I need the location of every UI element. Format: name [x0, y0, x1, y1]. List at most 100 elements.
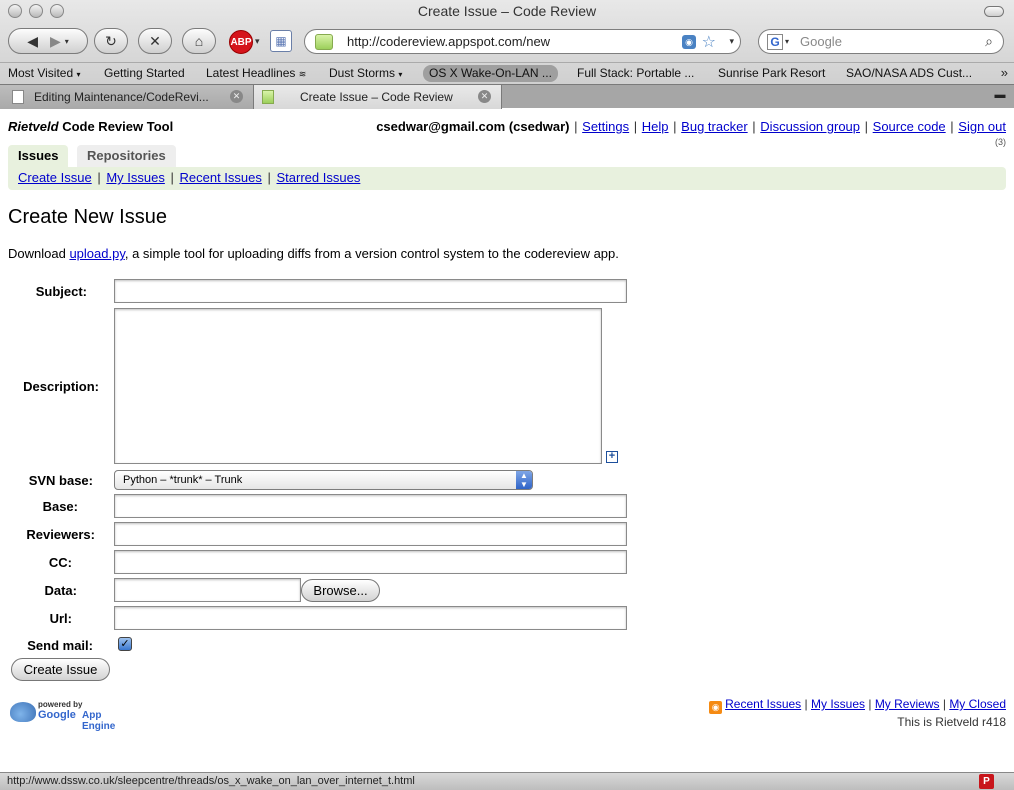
my-issues-link[interactable]: My Issues	[106, 170, 165, 185]
create-issue-link[interactable]: Create Issue	[18, 170, 92, 185]
bookmark-star-icon[interactable]: ☆	[702, 32, 716, 52]
select-arrows-icon: ▲ ▼	[516, 471, 532, 489]
recent-issues-link[interactable]: Recent Issues	[180, 170, 262, 185]
rss-icon: ≋	[298, 69, 307, 79]
brand-name: Rietveld	[8, 119, 59, 134]
search-engine-dropdown-icon[interactable]: ▾	[785, 37, 789, 46]
reviewers-input[interactable]	[114, 522, 627, 546]
bookmark-sao-nasa[interactable]: SAO/NASA ADS Cust...	[846, 66, 972, 80]
app-title-rest: Code Review Tool	[58, 119, 174, 134]
tab-bar: Editing Maintenance/CodeRevi... ✕ Create…	[0, 84, 1014, 109]
url-input[interactable]	[114, 606, 627, 630]
stop-button[interactable]: ✕	[138, 28, 172, 54]
bookmark-full-stack[interactable]: Full Stack: Portable ...	[577, 66, 694, 80]
site-favicon-icon	[315, 34, 333, 50]
reload-icon: ↻	[105, 32, 117, 49]
close-tab-icon[interactable]: ✕	[230, 90, 243, 103]
toolbar-toggle-button[interactable]	[984, 6, 1004, 17]
url-dropdown-icon[interactable]: ▾	[729, 36, 734, 47]
bookmark-most-visited[interactable]: Most Visited ▾	[8, 66, 81, 80]
footer-my-issues-link[interactable]: My Issues	[811, 697, 865, 711]
url-bar[interactable]: http://codereview.appspot.com/new ◉ ☆ ▾	[304, 29, 741, 54]
url-text[interactable]: http://codereview.appspot.com/new	[347, 34, 550, 49]
tab-issues[interactable]: Issues	[8, 145, 69, 167]
search-input[interactable]: Google	[800, 34, 842, 49]
search-icon[interactable]: ⌕	[985, 33, 993, 50]
svn-base-select[interactable]: Python – *trunk* – Trunk ▲ ▼	[114, 470, 533, 490]
create-issue-button[interactable]: Create Issue	[11, 658, 110, 681]
svn-base-selected: Python – *trunk* – Trunk	[123, 474, 243, 486]
search-bar[interactable]: G ▾ Google ⌕	[758, 29, 1004, 54]
rss-feed-icon[interactable]: ◉	[709, 701, 723, 714]
back-arrow-icon[interactable]: ◀	[27, 33, 38, 50]
help-link[interactable]: Help	[642, 119, 669, 134]
close-tab-icon[interactable]: ✕	[478, 90, 491, 103]
sign-out-link[interactable]: Sign out	[958, 119, 1006, 134]
tab-list-icon[interactable]: ▬	[992, 89, 1008, 103]
send-mail-label: Send mail:	[27, 638, 93, 653]
bookmarks-bar: Most Visited ▾ Getting Started Latest He…	[0, 62, 1014, 84]
reviewers-label: Reviewers:	[26, 527, 95, 542]
site-favicon-icon	[262, 90, 274, 104]
bug-tracker-link[interactable]: Bug tracker	[681, 119, 747, 134]
app-title: Rietveld Code Review Tool	[8, 119, 173, 134]
window-title: Create Issue – Code Review	[417, 3, 597, 19]
rss-feed-icon[interactable]: ◉	[682, 35, 696, 49]
reload-button[interactable]: ↻	[94, 28, 128, 54]
calendar-icon[interactable]: ▦	[270, 30, 292, 52]
title-bar: Create Issue – Code Review	[0, 0, 1014, 22]
issues-subnav: Create Issue | My Issues | Recent Issues…	[8, 167, 1006, 190]
version-text: This is Rietveld r418	[897, 715, 1006, 729]
intro-text: Download upload.py, a simple tool for up…	[8, 246, 619, 261]
tab-label: Editing Maintenance/CodeRevi...	[34, 90, 209, 104]
status-bar: http://www.dssw.co.uk/sleepcentre/thread…	[0, 772, 1014, 790]
page-icon	[12, 90, 24, 104]
dropdown-arrow-icon: ▾	[398, 70, 403, 79]
starred-issues-link[interactable]: Starred Issues	[277, 170, 361, 185]
bookmark-getting-started[interactable]: Getting Started	[104, 66, 185, 80]
data-file-input[interactable]	[114, 578, 301, 602]
expand-textarea-icon[interactable]: +	[606, 451, 618, 463]
discussion-group-link[interactable]: Discussion group	[760, 119, 860, 134]
footer-my-closed-link[interactable]: My Closed	[949, 697, 1006, 711]
send-mail-checkbox[interactable]: ✓	[118, 637, 132, 651]
browse-button[interactable]: Browse...	[301, 579, 380, 602]
base-input[interactable]	[114, 494, 627, 518]
bookmark-os-x-wake-on-lan[interactable]: OS X Wake-On-LAN ...	[423, 65, 558, 82]
cc-label: CC:	[48, 555, 72, 570]
status-url: http://www.dssw.co.uk/sleepcentre/thread…	[7, 775, 415, 787]
footer-recent-issues-link[interactable]: Recent Issues	[725, 697, 801, 711]
back-forward-button[interactable]: ◀ ▶ ▾	[8, 28, 88, 54]
app-engine-badge[interactable]: powered by Google App Engine	[10, 700, 130, 732]
tab-editing-maintenance[interactable]: Editing Maintenance/CodeRevi... ✕	[0, 85, 254, 109]
settings-link[interactable]: Settings	[582, 119, 629, 134]
home-button[interactable]: ⌂	[182, 28, 216, 54]
url-label: Url:	[49, 611, 72, 626]
subject-label: Subject:	[35, 284, 87, 299]
bookmark-latest-headlines[interactable]: Latest Headlines ≋	[206, 66, 306, 80]
tab-repositories[interactable]: Repositories	[77, 145, 176, 167]
navigation-toolbar: ◀ ▶ ▾ ↻ ✕ ⌂ ABP ▾ ▦ http://codereview.ap…	[0, 24, 1014, 62]
svn-base-label: SVN base:	[28, 473, 93, 488]
cc-input[interactable]	[114, 550, 627, 574]
adblock-icon[interactable]: ABP	[229, 30, 253, 54]
bookmark-sunrise-park[interactable]: Sunrise Park Resort	[718, 66, 825, 80]
tab-create-issue[interactable]: Create Issue – Code Review ✕	[254, 85, 502, 109]
base-label: Base:	[42, 499, 78, 514]
app-engine-wordmark: App Engine	[82, 710, 116, 732]
stop-icon: ✕	[149, 32, 161, 49]
tab-label: Create Issue – Code Review	[300, 90, 453, 104]
more-bookmarks-icon[interactable]: »	[1001, 65, 1008, 80]
adblock-dropdown-icon[interactable]: ▾	[255, 36, 260, 47]
footer-my-reviews-link[interactable]: My Reviews	[875, 697, 940, 711]
subject-input[interactable]	[114, 279, 627, 303]
history-dropdown-icon[interactable]: ▾	[65, 37, 69, 46]
app-engine-logo-icon	[10, 702, 36, 722]
google-search-engine-icon[interactable]: G	[767, 34, 783, 50]
source-code-link[interactable]: Source code	[873, 119, 946, 134]
forward-arrow-icon[interactable]: ▶	[50, 33, 61, 50]
pinboard-icon[interactable]: P	[979, 774, 994, 789]
bookmark-dust-storms[interactable]: Dust Storms ▾	[329, 66, 402, 80]
description-textarea[interactable]	[114, 308, 602, 464]
upload-py-link[interactable]: upload.py	[69, 246, 124, 261]
